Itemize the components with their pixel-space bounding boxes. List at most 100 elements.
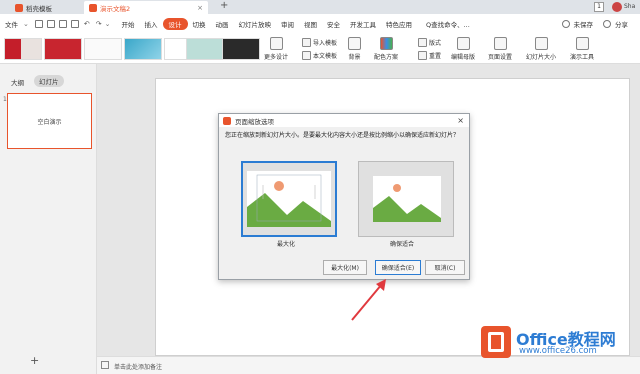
edit-master-label: 编辑母版 — [451, 54, 476, 61]
menu-features[interactable]: 特色应用 — [381, 19, 417, 29]
tools-icon — [575, 37, 589, 50]
docer-icon — [15, 3, 23, 12]
notes-bar[interactable]: 单击此处添加备注 — [97, 356, 640, 374]
presentation-tools-button[interactable]: 演示工具 — [570, 37, 594, 61]
page-setup-label: 页面设置 — [488, 54, 513, 61]
avatar[interactable] — [612, 2, 622, 12]
reset-label: 重置 — [429, 53, 442, 60]
menu-home[interactable]: 开始 — [117, 19, 140, 29]
import-template-label: 导入模板 — [313, 40, 338, 47]
format-painter-icon[interactable] — [70, 20, 79, 28]
chevron-down-icon[interactable]: ⌄ — [23, 20, 29, 28]
grid-icon — [269, 37, 283, 50]
more-design-button[interactable]: 更多设计 — [264, 37, 288, 61]
tab-outline[interactable]: 大纲 — [11, 77, 24, 87]
app-icon — [223, 116, 231, 125]
menu-slideshow[interactable]: 幻灯片放映 — [234, 19, 277, 29]
tab-docer-templates[interactable]: 稻壳模板 — [10, 1, 70, 14]
title-bar: 稻壳模板 演示文稿2 × + 1 Sha — [0, 0, 640, 14]
watermark-url: www.office26.com — [519, 346, 597, 356]
menu-insert[interactable]: 插入 — [140, 19, 163, 29]
slide-thumbnail[interactable]: 空白演示 — [7, 93, 92, 149]
new-tab-button[interactable]: + — [220, 0, 228, 11]
reset-button[interactable]: 重置 — [418, 51, 441, 60]
menu-bar: 文件 ⌄ ↶ ↷ ⌄ 开始 插入 设计 切换 动画 幻灯片放映 审阅 视图 安全… — [0, 14, 640, 34]
text-template-icon — [302, 51, 311, 60]
import-template-button[interactable]: 导入模板 — [302, 38, 337, 47]
option-maximize[interactable] — [241, 161, 337, 237]
page-setup-button[interactable]: 页面设置 — [488, 37, 512, 61]
print-icon[interactable] — [46, 20, 55, 28]
ensure-fit-picture-icon — [373, 176, 441, 222]
annotation-arrow-icon — [351, 279, 386, 321]
presentation-tools-label: 演示工具 — [570, 54, 595, 61]
notes-placeholder: 单击此处添加备注 — [114, 364, 163, 371]
layout-label: 版式 — [429, 40, 442, 47]
menu-view[interactable]: 视图 — [299, 19, 322, 29]
page-setup-icon — [493, 37, 507, 50]
notes-icon — [101, 361, 109, 369]
close-tab-icon[interactable]: × — [197, 4, 203, 12]
cancel-button[interactable]: 取消(C) — [425, 260, 465, 275]
theme-thumbnail-1[interactable] — [4, 38, 42, 60]
background-button[interactable]: 背景 — [348, 37, 361, 61]
import-icon — [302, 38, 311, 47]
search-command[interactable]: Q查找命令、... — [421, 19, 475, 29]
theme-thumbnail-3[interactable] — [84, 38, 122, 60]
user-name: Sha — [624, 3, 636, 10]
dialog-titlebar: 页面缩放选项 × — [219, 114, 469, 127]
dialog-title: 页面缩放选项 — [235, 117, 274, 126]
dialog-message: 您正在缩放到新幻灯片大小。是要最大化内容大小还是按比例缩小以确保适应新幻灯片？ — [225, 132, 460, 139]
slide-size-icon — [534, 37, 548, 50]
theme-thumbnail-4[interactable] — [124, 38, 162, 60]
tab-presentation[interactable]: 演示文稿2 × — [84, 1, 208, 14]
office-logo-icon — [481, 326, 511, 358]
menu-design[interactable]: 设计 — [162, 18, 188, 30]
text-template-button[interactable]: 本文模板 — [302, 51, 337, 60]
maximize-picture-icon — [247, 171, 331, 227]
tab-slides[interactable]: 幻灯片 — [34, 75, 64, 87]
redo-icon[interactable]: ↷ — [96, 20, 102, 28]
more-icon[interactable]: ⌄ — [105, 20, 111, 28]
layout-button[interactable]: 版式 — [418, 38, 441, 47]
edit-master-button[interactable]: 编辑母版 — [451, 37, 475, 61]
master-icon — [456, 37, 470, 50]
unsaved-status[interactable]: 未保存 — [574, 19, 594, 29]
layout-icon — [418, 38, 427, 47]
presentation-icon — [89, 3, 97, 12]
menu-animation[interactable]: 动画 — [211, 19, 234, 29]
close-icon[interactable]: × — [457, 116, 464, 125]
cloud-icon[interactable] — [561, 20, 570, 28]
option-ensure-fit[interactable] — [358, 161, 454, 237]
tab-label: 演示文稿2 — [100, 4, 131, 13]
text-template-label: 本文模板 — [313, 53, 338, 60]
add-slide-button[interactable]: + — [30, 354, 39, 367]
palette-icon — [379, 37, 393, 50]
share-icon[interactable] — [603, 20, 611, 28]
window-count-badge[interactable]: 1 — [594, 2, 604, 12]
reset-icon — [418, 51, 427, 60]
option-ensure-fit-label: 确保适合 — [390, 241, 415, 248]
slide-pane: 大纲 幻灯片 1 空白演示 + — [0, 64, 97, 374]
more-design-label: 更多设计 — [264, 54, 289, 61]
background-label: 背景 — [348, 54, 361, 61]
slide-size-label: 幻灯片大小 — [526, 54, 557, 61]
slide-size-button[interactable]: 幻灯片大小 — [526, 37, 556, 61]
menu-transitions[interactable]: 切换 — [188, 19, 211, 29]
menu-security[interactable]: 安全 — [322, 19, 345, 29]
color-scheme-label: 配色方案 — [374, 54, 399, 61]
background-icon — [348, 37, 361, 50]
design-ribbon: 更多设计 导入模板 本文模板 背景 配色方案 版式 重置 编辑母版 页面设置 幻… — [0, 34, 640, 64]
slide-thumbnail-text: 空白演示 — [37, 118, 62, 126]
undo-icon[interactable]: ↶ — [84, 20, 90, 28]
save-icon[interactable] — [34, 20, 43, 28]
theme-thumbnail-7[interactable] — [222, 38, 260, 60]
color-scheme-button[interactable]: 配色方案 — [374, 37, 398, 61]
theme-thumbnail-6[interactable] — [186, 38, 224, 60]
menu-file[interactable]: 文件 — [0, 19, 23, 29]
share-button[interactable]: 分享 — [615, 19, 628, 29]
menu-review[interactable]: 审阅 — [276, 19, 299, 29]
menu-developer[interactable]: 开发工具 — [345, 19, 381, 29]
theme-thumbnail-2[interactable] — [44, 38, 82, 60]
preview-icon[interactable] — [58, 20, 67, 28]
